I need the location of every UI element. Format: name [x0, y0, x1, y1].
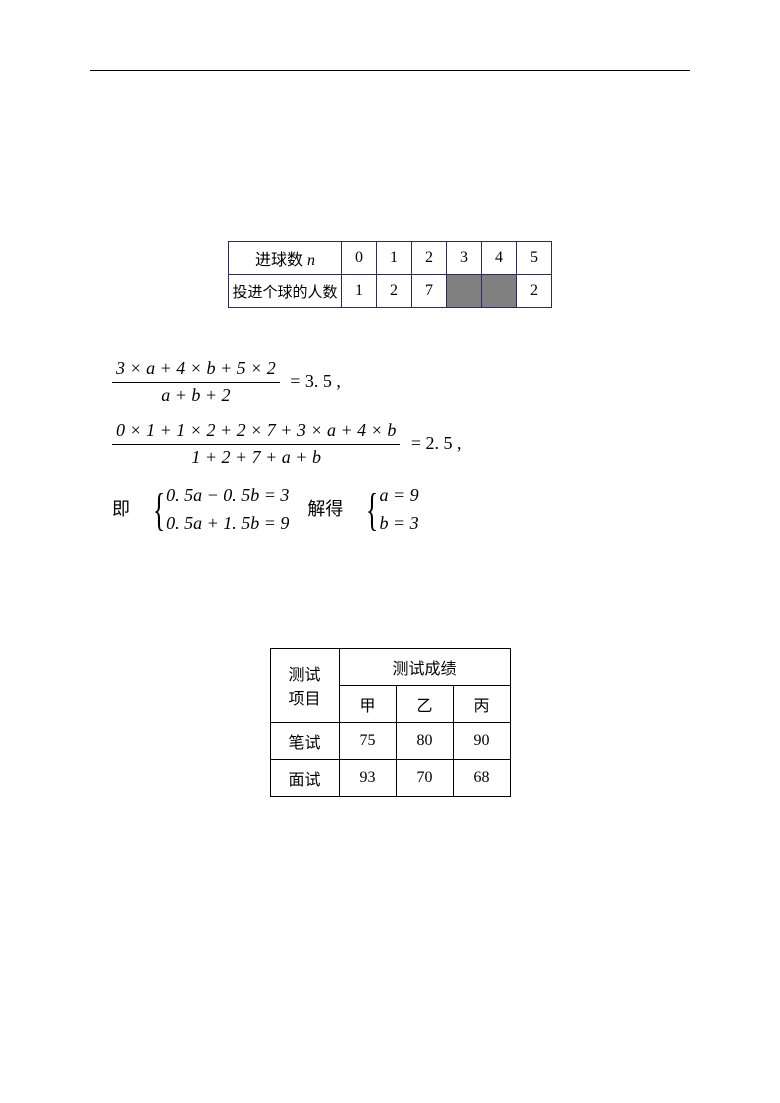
t1-col-0: 0	[342, 242, 377, 275]
t2-r0c2: 90	[453, 722, 510, 759]
t1-v1: 2	[377, 275, 412, 308]
t1-col-1: 1	[377, 242, 412, 275]
equation-1: 3 × a + 4 × b + 5 × 2 a + b + 2 = 3. 5 ,	[112, 358, 690, 406]
t1-row1-var: n	[307, 252, 315, 269]
eq1-denominator: a + b + 2	[112, 383, 280, 407]
sys2-line2: b = 3	[379, 510, 418, 538]
equation-2: 0 × 1 + 1 × 2 + 2 × 7 + 3 × a + 4 × b 1 …	[112, 420, 690, 468]
t2-col-2: 丙	[453, 685, 510, 722]
left-brace-icon: {	[366, 487, 378, 533]
t1-col-4: 4	[482, 242, 517, 275]
t2-r0c1: 80	[396, 722, 453, 759]
t2-col-1: 乙	[396, 685, 453, 722]
t2-topright: 测试成绩	[339, 648, 510, 685]
eq2-numerator: 0 × 1 + 1 × 2 + 2 × 7 + 3 × a + 4 × b	[112, 420, 400, 445]
t2-topleft-l1: 测试	[272, 661, 338, 685]
left-brace-icon: {	[153, 487, 165, 533]
t2-r1c0: 93	[339, 759, 396, 796]
word-ie: 即	[112, 499, 130, 521]
scores-table: 测试 项目 测试成绩 甲 乙 丙 笔试 75 80 90 面试 93 70 68	[90, 648, 690, 797]
t2-topleft: 测试 项目	[270, 648, 339, 722]
t2-r0c0: 75	[339, 722, 396, 759]
t2-r1c1: 70	[396, 759, 453, 796]
t1-v4	[482, 275, 517, 308]
t1-col-5: 5	[517, 242, 552, 275]
t1-v3	[447, 275, 482, 308]
horizontal-rule	[90, 70, 690, 71]
math-derivation: 3 × a + 4 × b + 5 × 2 a + b + 2 = 3. 5 ,…	[112, 358, 690, 538]
t2-topleft-l2: 项目	[272, 685, 338, 709]
sys1-line1: 0. 5a − 0. 5b = 3	[166, 482, 289, 510]
t1-row2-label: 投进个球的人数	[229, 275, 342, 308]
t1-row1-label-text: 进球数	[255, 252, 307, 269]
eq2-rhs: = 2. 5 ,	[405, 433, 462, 453]
t2-row1-label: 面试	[270, 759, 339, 796]
eq1-numerator: 3 × a + 4 × b + 5 × 2	[112, 358, 280, 383]
word-solve: 解得	[307, 499, 343, 521]
t1-v0: 1	[342, 275, 377, 308]
sys1-line2: 0. 5a + 1. 5b = 9	[166, 510, 289, 538]
eq1-rhs: = 3. 5 ,	[284, 371, 341, 391]
t2-r1c2: 68	[453, 759, 510, 796]
t2-col-0: 甲	[339, 685, 396, 722]
system-row: 即 { 0. 5a − 0. 5b = 3 0. 5a + 1. 5b = 9 …	[112, 482, 690, 537]
sys2-line1: a = 9	[379, 482, 418, 510]
t1-col-2: 2	[412, 242, 447, 275]
t1-v2: 7	[412, 275, 447, 308]
t2-row0-label: 笔试	[270, 722, 339, 759]
t1-v5: 2	[517, 275, 552, 308]
t1-col-3: 3	[447, 242, 482, 275]
goals-table: 进球数 n 0 1 2 3 4 5 投进个球的人数 1 2 7 2	[90, 241, 690, 308]
eq2-denominator: 1 + 2 + 7 + a + b	[112, 445, 400, 469]
t1-row1-label: 进球数 n	[229, 242, 342, 275]
